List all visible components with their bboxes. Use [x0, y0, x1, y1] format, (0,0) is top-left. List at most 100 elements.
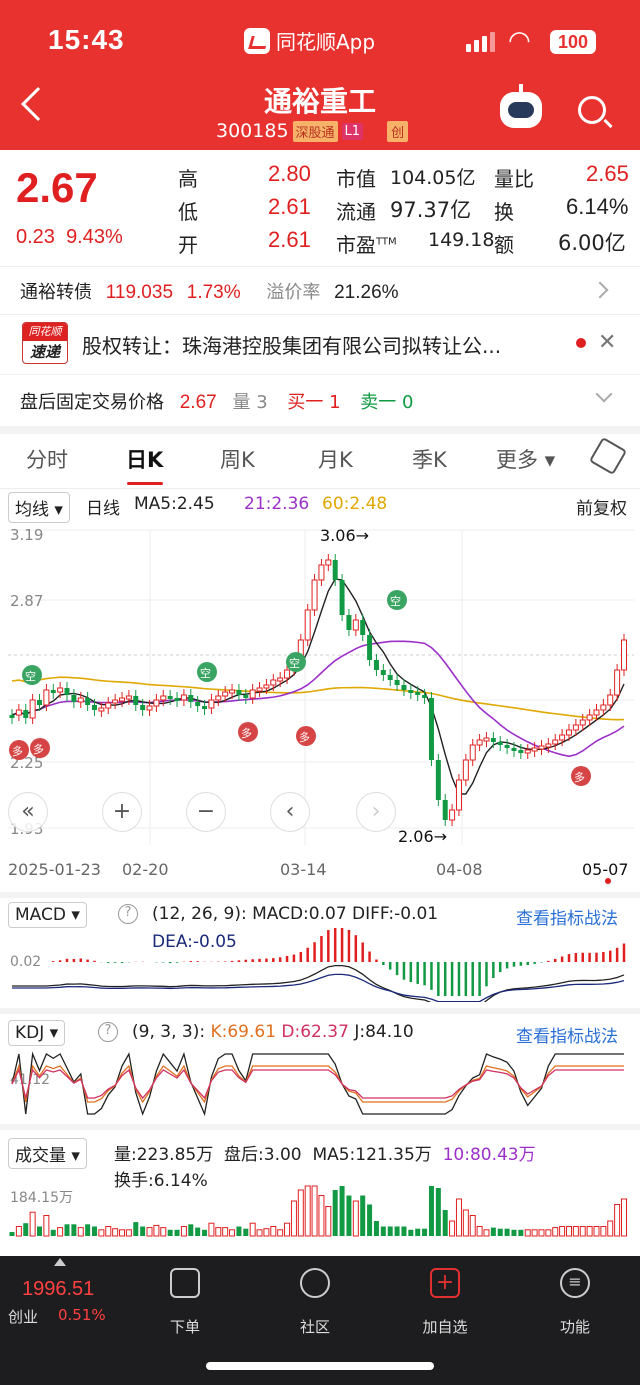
candle-body: [621, 639, 627, 671]
price-change: 0.23 9.43%: [16, 226, 123, 248]
volume-bar: [586, 1226, 593, 1237]
status-app-label: 同花顺App: [244, 26, 375, 55]
volume-bar: [435, 1188, 441, 1236]
candle-body: [422, 695, 428, 698]
zoom-in-icon[interactable]: +: [102, 792, 142, 832]
volume-bar: [71, 1224, 77, 1236]
tab-underline: [127, 482, 163, 485]
help-icon[interactable]: ?: [98, 1022, 118, 1042]
index-name: 创业: [8, 1308, 39, 1326]
volume-bar: [401, 1226, 407, 1236]
nav-add-watchlist[interactable]: 加自选: [415, 1316, 475, 1337]
volume-chart: 184.15万: [9, 1185, 627, 1237]
section-gap: [0, 426, 640, 434]
volume-bar: [325, 1206, 332, 1237]
macd-select[interactable]: MACD ▾: [8, 902, 87, 928]
candle-body: [270, 679, 277, 686]
zoom-out-all-icon[interactable]: «: [8, 792, 48, 832]
low-value: 2.61: [268, 194, 311, 219]
candle-body: [174, 698, 180, 701]
candle-body: [71, 695, 77, 702]
volume-bar: [518, 1229, 524, 1236]
candle-body: [105, 702, 112, 709]
buy-signal-icon: 多: [9, 740, 29, 760]
kline-chart[interactable]: 3.19 2.87 2.25 1.93 3.06→ 2.06→ 空 空 空 空 …: [0, 520, 640, 890]
volume-values: 量:223.85万 盘后:3.00 MA5:121.35万 10:80.43万: [114, 1145, 536, 1165]
candle-body: [23, 710, 29, 718]
settings-icon[interactable]: [588, 436, 628, 476]
volume-bar: [9, 1232, 15, 1236]
divider: [0, 488, 640, 489]
volume-bar: [15, 1226, 22, 1237]
candle-body: [346, 615, 352, 630]
volume-bar: [140, 1226, 146, 1236]
tab-monthly[interactable]: 月K: [318, 444, 353, 474]
volume-bar: [249, 1222, 256, 1237]
volume-bar: [415, 1228, 421, 1236]
ma-type-select[interactable]: 均线 ▾: [8, 492, 70, 523]
candle-body: [304, 609, 311, 641]
zoom-out-icon[interactable]: −: [186, 792, 226, 832]
x-tick: 03-14: [280, 860, 327, 879]
nav-order[interactable]: 下单: [155, 1316, 215, 1337]
ai-assistant-icon[interactable]: [500, 84, 542, 128]
help-icon[interactable]: ?: [118, 904, 138, 924]
volume-bar: [572, 1226, 579, 1237]
volume-bar: [208, 1222, 215, 1237]
tab-weekly[interactable]: 周K: [220, 444, 255, 474]
volume-select[interactable]: 成交量 ▾: [8, 1138, 87, 1169]
order-icon[interactable]: [170, 1268, 200, 1298]
close-icon[interactable]: ✕: [598, 330, 616, 355]
news-headline[interactable]: 股权转让：珠海港控股集团有限公司拟转让公...: [82, 330, 562, 359]
nav-community[interactable]: 社区: [285, 1316, 345, 1337]
tab-intraday[interactable]: 分时: [26, 444, 68, 474]
candle-body: [531, 747, 538, 752]
tab-more[interactable]: 更多 ▾: [496, 444, 555, 474]
kline-tabs: 分时 日K 周K 月K 季K 更多 ▾: [0, 436, 640, 480]
sell-signal-icon: 空: [387, 590, 407, 610]
kdj-select[interactable]: KDJ ▾: [8, 1020, 66, 1046]
volume-bar: [311, 1185, 318, 1237]
pe-value: 149.18: [428, 229, 495, 251]
candle-body: [511, 748, 517, 751]
divider: [0, 374, 640, 375]
float-value: 97.37亿: [390, 198, 472, 222]
volume-bar: [133, 1222, 139, 1236]
volume-bar: [222, 1227, 229, 1237]
volume-bar: [621, 1198, 627, 1237]
nav-functions[interactable]: 功能: [545, 1316, 605, 1337]
section-gap: [0, 892, 640, 898]
volume-bar: [304, 1185, 311, 1237]
search-icon[interactable]: [578, 96, 606, 124]
section-gap: [0, 1008, 640, 1014]
ma60-label: 60:2.48: [322, 494, 388, 514]
candle-body: [236, 690, 242, 695]
expand-arrow-icon[interactable]: [54, 1258, 66, 1266]
svg-text:多: 多: [299, 730, 310, 744]
volume-bar: [339, 1186, 345, 1236]
chevron-down-icon[interactable]: [595, 385, 613, 403]
volume-bar: [600, 1226, 607, 1237]
bond-row[interactable]: 通裕转债 119.035 1.73% 溢价率 21.26%: [20, 278, 399, 304]
volume-bar: [422, 1228, 428, 1236]
index-value[interactable]: 1996.51: [22, 1278, 94, 1301]
scroll-right-icon[interactable]: ›: [356, 792, 396, 832]
chevron-right-icon[interactable]: [591, 281, 609, 299]
adjust-mode[interactable]: 前复权: [576, 494, 627, 519]
volume-bar: [202, 1229, 208, 1236]
volume-bar: [531, 1229, 538, 1237]
candle-body: [504, 745, 510, 748]
volume-bar: [57, 1227, 64, 1237]
after-hours-sell: 卖一 0: [360, 392, 414, 413]
bond-name: 通裕转债: [20, 282, 92, 303]
tab-quarterly[interactable]: 季K: [412, 444, 447, 474]
candle-body: [339, 580, 345, 615]
scroll-left-icon[interactable]: ‹: [270, 792, 310, 832]
kdj-strategy-link[interactable]: 查看指标战法: [516, 1022, 618, 1047]
add-watchlist-icon[interactable]: +: [430, 1268, 460, 1298]
after-hours-row[interactable]: 盘后固定交易价格 2.67 量 3 买一 1 卖一 0: [20, 388, 413, 414]
tab-daily[interactable]: 日K: [126, 444, 163, 474]
community-icon[interactable]: [300, 1268, 330, 1298]
bond-pct: 1.73%: [186, 282, 241, 303]
menu-icon[interactable]: ≡: [560, 1268, 590, 1298]
